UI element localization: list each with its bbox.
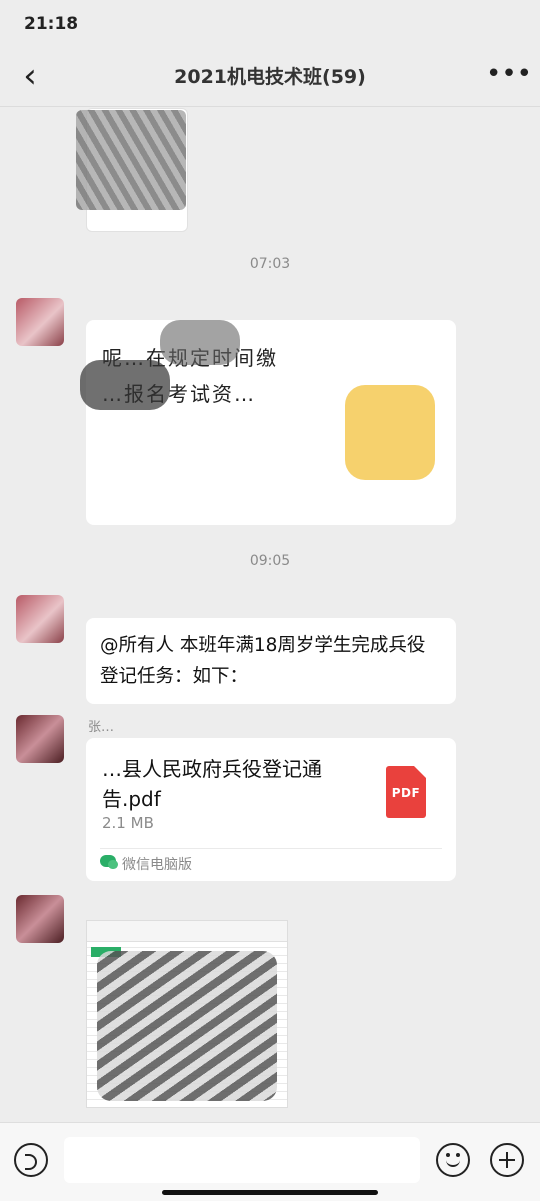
spreadsheet-header bbox=[87, 921, 287, 942]
privacy-scribble bbox=[80, 360, 170, 410]
privacy-scribble bbox=[76, 110, 186, 210]
more-dots-icon: ••• bbox=[486, 59, 533, 89]
avatar[interactable] bbox=[16, 715, 64, 763]
divider bbox=[100, 848, 442, 849]
file-message-card[interactable]: …县人民政府兵役登记通告.pdf 2.1 MB PDF 微信电脑版 bbox=[86, 738, 456, 881]
file-name: …县人民政府兵役登记通告.pdf bbox=[102, 757, 322, 811]
privacy-scribble bbox=[345, 385, 435, 480]
wechat-icon bbox=[100, 855, 118, 869]
image-message-bottom[interactable] bbox=[86, 920, 288, 1108]
chevron-left-icon: ‹ bbox=[23, 56, 37, 96]
timestamp: 09:05 bbox=[249, 553, 291, 569]
avatar[interactable] bbox=[16, 298, 64, 346]
voice-icon[interactable] bbox=[14, 1143, 48, 1177]
status-bar: 21:18 bbox=[0, 0, 540, 48]
chat-title: 2021机电技术班(59) bbox=[174, 66, 366, 88]
message-input[interactable] bbox=[64, 1137, 420, 1183]
file-source: 微信电脑版 bbox=[122, 857, 192, 873]
more-button[interactable]: ••• bbox=[486, 58, 532, 98]
mention-message-bubble[interactable]: @所有人 本班年满18周岁学生完成兵役登记任务：如下： bbox=[86, 618, 456, 704]
plus-icon[interactable] bbox=[490, 1143, 524, 1177]
pdf-label: PDF bbox=[391, 786, 421, 800]
chat-header: ‹ 2021机电技术班(59) ••• bbox=[0, 48, 540, 107]
pdf-file-icon: PDF bbox=[386, 766, 426, 818]
back-button[interactable]: ‹ bbox=[10, 54, 50, 98]
file-size: 2.1 MB bbox=[102, 814, 154, 832]
avatar[interactable] bbox=[16, 595, 64, 643]
emoji-icon[interactable] bbox=[436, 1143, 470, 1177]
privacy-scribble bbox=[97, 951, 277, 1101]
privacy-scribble bbox=[160, 320, 240, 365]
timestamp: 07:03 bbox=[249, 256, 291, 272]
sender-name: 张… bbox=[88, 720, 115, 735]
status-time: 21:18 bbox=[24, 14, 79, 34]
input-bar bbox=[0, 1122, 540, 1201]
home-indicator bbox=[162, 1190, 378, 1195]
avatar[interactable] bbox=[16, 895, 64, 943]
